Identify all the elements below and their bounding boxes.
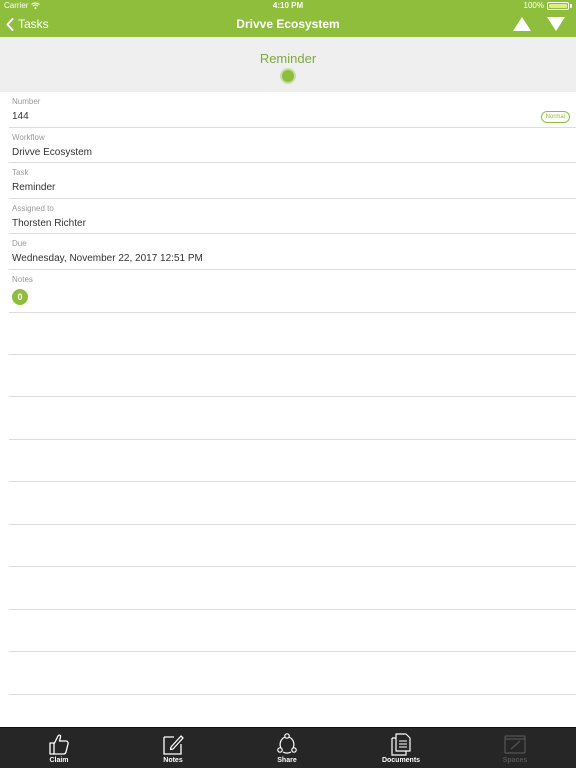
chevron-left-icon (6, 17, 14, 31)
field-workflow: Workflow Drivve Ecosystem (9, 128, 576, 163)
field-label: Notes (12, 274, 33, 284)
status-indicator-dot (280, 68, 296, 84)
empty-row (9, 525, 576, 567)
triangle-up-icon[interactable] (512, 16, 532, 32)
thumbs-up-icon (49, 734, 69, 755)
field-value: Thorsten Richter (12, 217, 86, 229)
tab-notes[interactable]: Notes (133, 728, 213, 769)
field-due: Due Wednesday, November 22, 2017 12:51 P… (9, 234, 576, 270)
tab-share[interactable]: Share (247, 728, 327, 769)
empty-row (9, 355, 576, 397)
nav-title: Drivve Ecosystem (236, 17, 340, 31)
tab-bar: Claim Notes Share Documents Spaces (0, 727, 576, 768)
field-label: Due (12, 239, 27, 248)
status-battery: 100% (524, 1, 572, 10)
tab-label: Documents (381, 757, 421, 764)
status-time: 4:10 PM (272, 1, 304, 10)
battery-tip (570, 3, 572, 8)
back-button-label: Tasks (18, 17, 49, 31)
header-title: Reminder (259, 51, 317, 66)
empty-row (9, 312, 576, 355)
task-details: Number 144 Normal Workflow Drivve Ecosys… (0, 92, 576, 313)
field-number: Number 144 Normal (9, 92, 576, 128)
empty-row (9, 652, 576, 695)
field-label: Task (12, 168, 29, 177)
spaces-icon (504, 735, 526, 754)
field-task: Task Reminder (9, 163, 576, 199)
documents-icon (391, 733, 411, 756)
field-value: Drivve Ecosystem (12, 146, 93, 158)
edit-icon (163, 735, 184, 755)
field-value: Reminder (12, 182, 56, 193)
battery-icon (547, 1, 569, 10)
priority-badge: Normal (540, 111, 570, 123)
navigation-bar: Carrier 4:10 PM 100% Tasks Drivve Ecosys… (0, 0, 576, 37)
tab-label: Share (277, 757, 297, 764)
share-icon (277, 733, 297, 754)
task-header: Reminder (0, 37, 576, 92)
empty-row (9, 610, 576, 652)
tab-spaces[interactable]: Spaces (475, 728, 555, 769)
field-label: Assigned to (12, 203, 54, 213)
notes-count-badge[interactable]: 0 (12, 288, 28, 305)
back-button[interactable]: Tasks (6, 15, 49, 33)
empty-row (9, 440, 576, 482)
tab-label: Spaces (502, 757, 528, 764)
field-value: 144 (12, 111, 29, 122)
tab-claim[interactable]: Claim (19, 728, 99, 769)
battery-percent: 100% (523, 1, 544, 10)
field-label: Number (12, 97, 41, 106)
field-label: Workflow (12, 132, 45, 142)
tab-label: Claim (49, 757, 69, 764)
triangle-down-icon[interactable] (546, 16, 566, 32)
tab-documents[interactable]: Documents (361, 728, 441, 769)
status-bar: Carrier 4:10 PM 100% (0, 0, 576, 12)
empty-row (9, 482, 576, 525)
empty-row (9, 567, 576, 610)
empty-list-area (9, 312, 576, 695)
tab-label: Notes (163, 757, 183, 764)
field-value: Wednesday, November 22, 2017 12:51 PM (12, 253, 203, 264)
field-notes: Notes 0 (9, 270, 576, 313)
empty-row (9, 397, 576, 440)
field-assigned-to: Assigned to Thorsten Richter (9, 199, 576, 234)
